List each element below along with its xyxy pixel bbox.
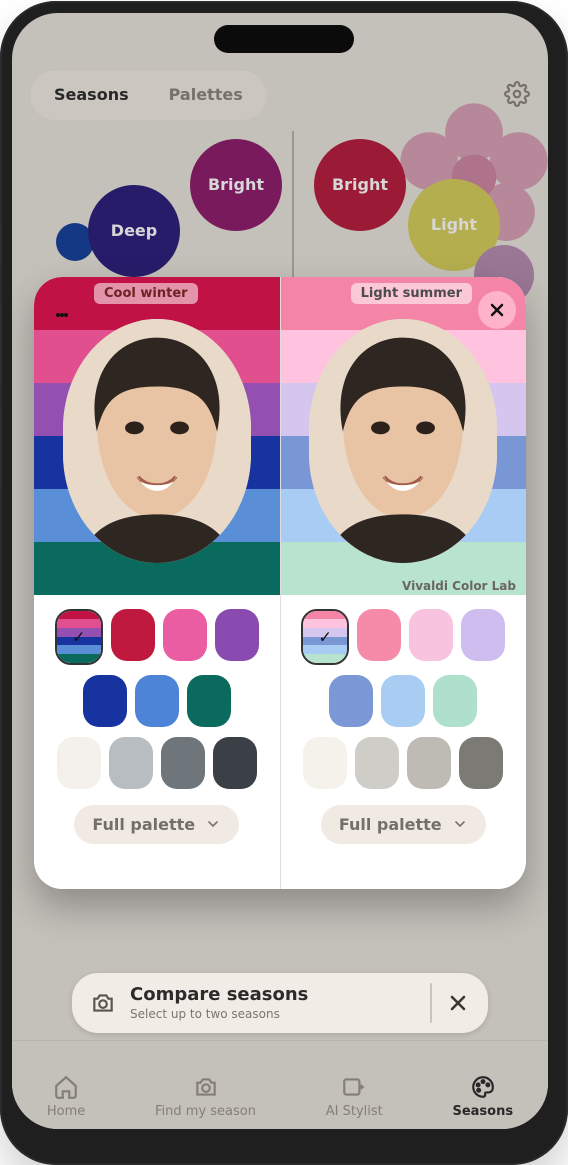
swatch-right-10[interactable] (459, 737, 503, 789)
full-palette-label: Full palette (339, 815, 442, 834)
swatch-left-10[interactable] (213, 737, 257, 789)
full-palette-button-left[interactable]: Full palette (74, 805, 239, 844)
swatch-right-2[interactable] (409, 609, 453, 661)
swatch-right-9[interactable] (407, 737, 451, 789)
swatch-left-6[interactable] (187, 675, 231, 727)
full-palette-label: Full palette (92, 815, 195, 834)
chevron-down-icon (205, 816, 221, 832)
volume-button-1 (0, 221, 2, 267)
compare-right-panel: Light summer (281, 277, 527, 889)
swatch-right-1[interactable] (357, 609, 401, 661)
compare-subtitle: Select up to two seasons (130, 1007, 416, 1021)
volume-button-2 (0, 301, 2, 389)
device-frame: Deep Bright Bright Light Seasons Palette… (0, 1, 568, 1165)
swatch-right-0[interactable] (301, 609, 349, 665)
swatch-right-8[interactable] (355, 737, 399, 789)
close-icon (487, 300, 507, 320)
compare-banner: Compare seasons Select up to two seasons (72, 973, 488, 1033)
swatch-left-4[interactable] (83, 675, 127, 727)
swatch-left-1[interactable] (111, 609, 155, 661)
swatch-left-7[interactable] (57, 737, 101, 789)
swatch-left-0[interactable] (55, 609, 103, 665)
portrait-right (309, 319, 497, 563)
camera-icon (90, 990, 116, 1016)
compare-close-button[interactable] (446, 991, 470, 1015)
swatch-right-3[interactable] (461, 609, 505, 661)
close-modal-button[interactable] (478, 291, 516, 329)
swatch-right-7[interactable] (303, 737, 347, 789)
portrait-left (63, 319, 251, 563)
separator (430, 983, 432, 1023)
compare-title: Compare seasons (130, 984, 416, 1005)
compare-left-panel: Cool winter (34, 277, 281, 889)
swatch-left-3[interactable] (215, 609, 259, 661)
compare-modal: Cool winter (34, 277, 526, 889)
swatch-right-4[interactable] (329, 675, 373, 727)
chevron-down-icon (452, 816, 468, 832)
swatch-left-5[interactable] (135, 675, 179, 727)
kebab-menu-button[interactable] (44, 297, 80, 333)
watermark-label: Vivaldi Color Lab (402, 579, 516, 593)
swatch-right-5[interactable] (381, 675, 425, 727)
full-palette-button-right[interactable]: Full palette (321, 805, 486, 844)
swatch-left-8[interactable] (109, 737, 153, 789)
season-label-right: Light summer (351, 283, 472, 304)
swatch-left-9[interactable] (161, 737, 205, 789)
screen: Deep Bright Bright Light Seasons Palette… (12, 13, 548, 1129)
swatch-right-6[interactable] (433, 675, 477, 727)
swatch-left-2[interactable] (163, 609, 207, 661)
season-label-left: Cool winter (94, 283, 198, 304)
volume-button-3 (0, 405, 2, 493)
